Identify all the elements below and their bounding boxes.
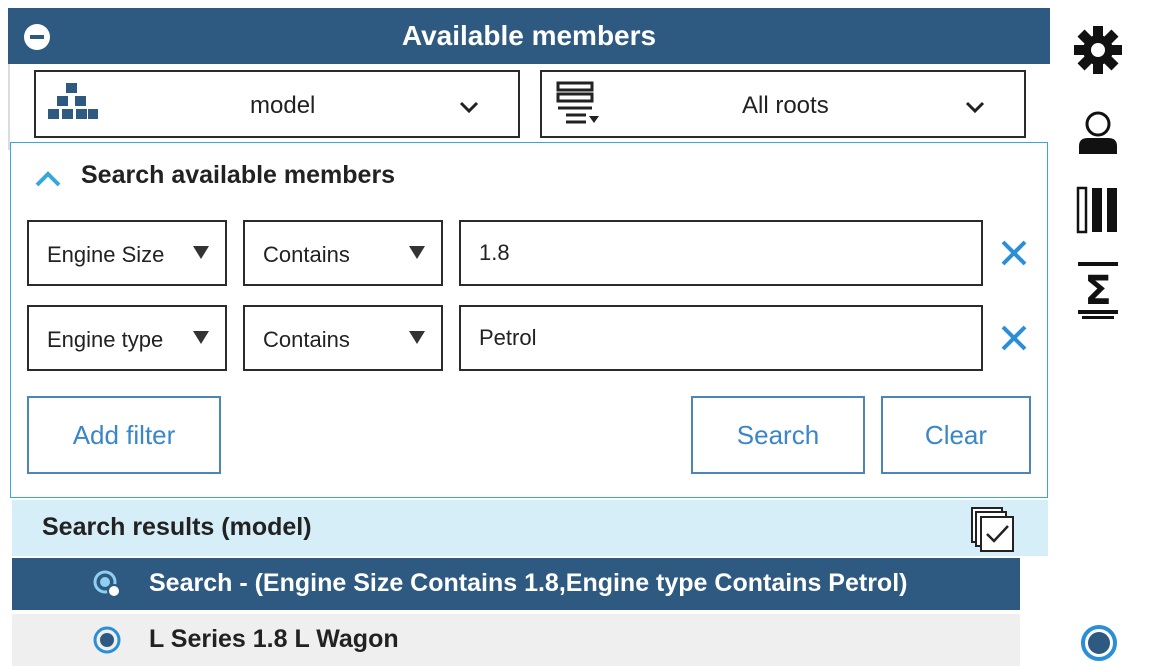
filter-operator-value: Contains: [263, 327, 350, 352]
available-members-panel: Available members model All roots Search…: [8, 8, 1050, 669]
filter-operator-select[interactable]: Contains: [243, 305, 443, 371]
svg-text:Σ: Σ: [1084, 268, 1111, 314]
caret-down-icon: [409, 331, 425, 344]
hierarchy-icon: [48, 83, 98, 119]
radio-member-icon: [93, 626, 121, 654]
result-row-label: Search - (Engine Size Contains 1.8,Engin…: [149, 569, 908, 597]
caret-down-icon: [409, 246, 425, 259]
filter-operator-select[interactable]: Contains: [243, 220, 443, 286]
filter-field-select[interactable]: Engine type: [27, 305, 227, 371]
add-filter-button[interactable]: Add filter: [27, 396, 221, 474]
clear-button[interactable]: Clear: [881, 396, 1031, 474]
columns-icon[interactable]: [1076, 186, 1120, 234]
search-result-icon: [93, 570, 121, 598]
remove-filter-icon[interactable]: [999, 323, 1029, 353]
search-section-title: Search available members: [81, 161, 396, 189]
result-row-search[interactable]: Search - (Engine Size Contains 1.8,Engin…: [12, 558, 1020, 610]
filter-value-input[interactable]: Petrol: [459, 305, 983, 371]
roots-select[interactable]: All roots: [540, 70, 1026, 138]
filter-field-value: Engine Size: [47, 242, 165, 267]
result-row-label: L Series 1.8 L Wagon: [149, 625, 399, 653]
hierarchy-select-value: model: [250, 92, 316, 119]
chevron-up-icon: [35, 171, 61, 187]
chevron-down-icon: [965, 101, 985, 114]
filter-value-text: Petrol: [479, 325, 537, 350]
filter-field-select[interactable]: Engine Size: [27, 220, 227, 286]
filter-value-text: 1.8: [479, 240, 510, 265]
search-results-header: Search results (model): [12, 500, 1048, 556]
status-circle-icon[interactable]: [1080, 624, 1118, 662]
search-members-section: Search available members Engine Size Con…: [10, 142, 1048, 498]
sum-icon[interactable]: Σ: [1076, 260, 1120, 320]
search-results-title: Search results (model): [42, 513, 312, 541]
caret-down-icon: [193, 331, 209, 344]
filter-operator-value: Contains: [263, 242, 350, 267]
multi-select-check-icon[interactable]: [968, 504, 1018, 554]
divider: [8, 64, 10, 150]
remove-filter-icon[interactable]: [999, 238, 1029, 268]
user-icon[interactable]: [1076, 110, 1120, 156]
chevron-down-icon: [459, 101, 479, 114]
panel-title: Available members: [401, 20, 657, 51]
hierarchy-select[interactable]: model: [34, 70, 520, 138]
gear-icon[interactable]: [1072, 24, 1124, 76]
roots-select-value: All roots: [742, 92, 829, 119]
panel-title-bar: Available members: [8, 8, 1050, 64]
filter-list-icon: [556, 81, 599, 124]
filter-value-input[interactable]: 1.8: [459, 220, 983, 286]
result-row-member[interactable]: L Series 1.8 L Wagon: [12, 614, 1020, 666]
filter-field-value: Engine type: [47, 327, 164, 352]
caret-down-icon: [193, 246, 209, 259]
search-button[interactable]: Search: [691, 396, 865, 474]
